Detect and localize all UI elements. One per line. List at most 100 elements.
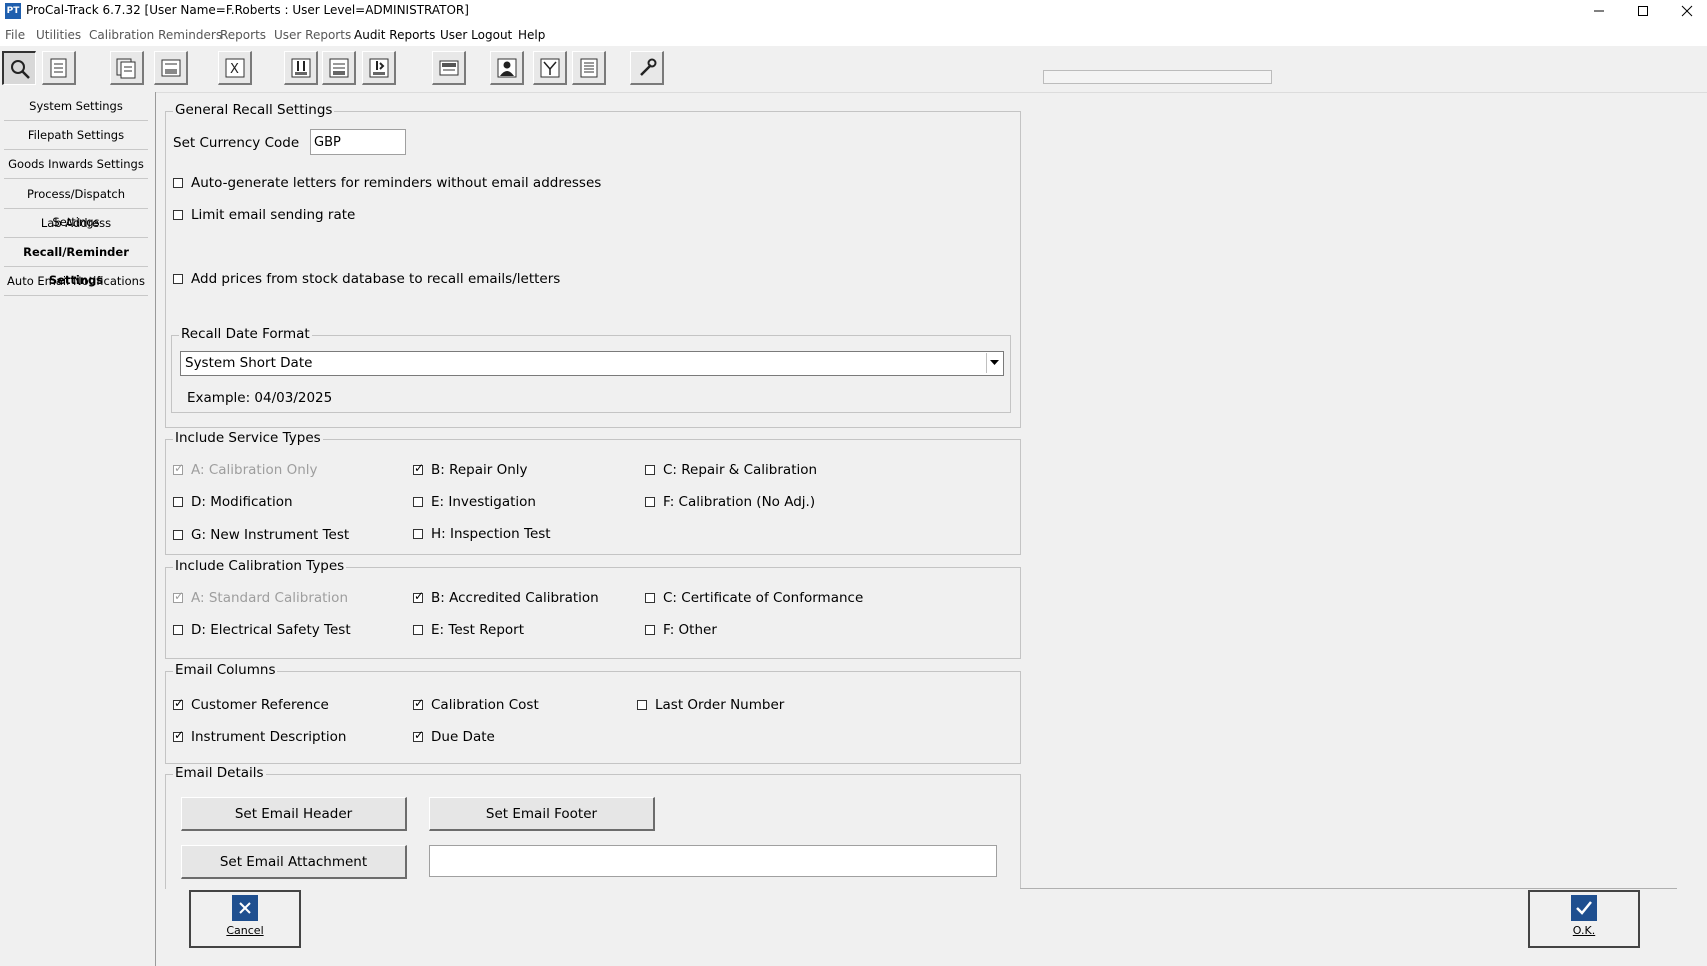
minimize-icon	[1594, 10, 1604, 12]
service-type-h-checkbox[interactable]: H: Inspection Test	[413, 526, 551, 542]
checkbox-box[interactable]	[173, 625, 183, 635]
checkbox-box[interactable]	[637, 700, 647, 710]
checkbox-box[interactable]	[173, 530, 183, 540]
include-service-types-group: Include Service Types A: Calibration Onl…	[165, 430, 1021, 555]
group-title: Email Details	[173, 765, 266, 781]
column-last-order-number-checkbox[interactable]: Last Order Number	[637, 697, 784, 713]
window-title: ProCal-Track 6.7.32 [User Name=F.Roberts…	[26, 3, 469, 17]
calibration-type-f-checkbox[interactable]: F: Other	[645, 622, 717, 638]
column-instrument-description-checkbox[interactable]: Instrument Description	[173, 728, 346, 745]
checkbox-box[interactable]	[413, 529, 423, 539]
column-customer-reference-checkbox[interactable]: Customer Reference	[173, 696, 329, 713]
calibration-type-b-checkbox[interactable]: B: Accredited Calibration	[413, 589, 599, 606]
service-type-f-checkbox[interactable]: F: Calibration (No Adj.)	[645, 494, 815, 510]
set-email-header-button[interactable]: Set Email Header	[181, 797, 407, 831]
checkbox-box[interactable]	[413, 625, 423, 635]
calibration-type-e-checkbox[interactable]: E: Test Report	[413, 622, 524, 638]
ok-button[interactable]: O.K.	[1528, 890, 1640, 948]
calibration-type-c-checkbox[interactable]: C: Certificate of Conformance	[645, 590, 863, 606]
sidebar-item-goods-inwards-settings[interactable]: Goods Inwards Settings	[4, 150, 148, 179]
checkbox-box[interactable]	[173, 461, 184, 475]
email-attachment-path-input[interactable]	[429, 845, 997, 877]
toolbar-multipage-button[interactable]	[110, 51, 144, 85]
sidebar-item-system-settings[interactable]: System Settings	[4, 92, 148, 121]
checkbox-box[interactable]	[645, 593, 655, 603]
service-type-e-checkbox[interactable]: E: Investigation	[413, 494, 536, 510]
service-type-f-label: F: Calibration (No Adj.)	[663, 494, 816, 510]
excel-icon: X	[225, 58, 244, 77]
goods-in-icon	[369, 58, 388, 77]
toolbar-report-list-button[interactable]	[572, 51, 606, 85]
minimize-button[interactable]	[1576, 0, 1622, 22]
toolbar-certificate-button[interactable]	[432, 51, 466, 85]
sidebar-item-lab-address[interactable]: Lab Address	[4, 209, 148, 238]
checkbox-box[interactable]	[173, 210, 183, 220]
add-prices-checkbox[interactable]: Add prices from stock database to recall…	[173, 271, 560, 287]
search-icon	[10, 59, 30, 79]
service-type-g-checkbox[interactable]: G: New Instrument Test	[173, 527, 349, 543]
toolbar-filter-button[interactable]	[533, 51, 567, 85]
title-bar: PT ProCal-Track 6.7.32 [User Name=F.Robe…	[0, 0, 1707, 24]
checkbox-box[interactable]	[173, 728, 184, 742]
checkbox-box[interactable]	[173, 497, 183, 507]
set-email-attachment-button[interactable]: Set Email Attachment	[181, 845, 407, 879]
site-icon	[161, 59, 180, 76]
checkbox-box[interactable]	[413, 461, 424, 475]
checkbox-box[interactable]	[413, 728, 424, 742]
menu-file[interactable]: File	[5, 28, 25, 42]
sidebar-item-recall-reminder-settings[interactable]: Recall/Reminder Settings	[4, 238, 148, 287]
menu-audit-reports[interactable]: Audit Reports	[354, 28, 435, 42]
toolbar-quick-search-field[interactable]	[1043, 70, 1272, 84]
service-type-b-checkbox[interactable]: B: Repair Only	[413, 461, 528, 478]
service-type-a-checkbox[interactable]: A: Calibration Only	[173, 461, 318, 478]
limit-email-rate-checkbox[interactable]: Limit email sending rate	[173, 207, 355, 223]
menu-utilities[interactable]: Utilities	[36, 28, 81, 42]
auto-generate-letters-checkbox[interactable]: Auto-generate letters for reminders with…	[173, 175, 601, 191]
calibration-type-a-checkbox[interactable]: A: Standard Calibration	[173, 589, 348, 606]
menu-help[interactable]: Help	[518, 28, 545, 42]
include-calibration-types-group: Include Calibration Types A: Standard Ca…	[165, 558, 1021, 659]
checkbox-box[interactable]	[173, 589, 184, 603]
toolbar-calibration-in-button[interactable]	[284, 51, 318, 85]
maximize-button[interactable]	[1620, 0, 1666, 22]
set-email-footer-button[interactable]: Set Email Footer	[429, 797, 655, 831]
divider	[1020, 888, 1677, 889]
menu-reports[interactable]: Reports	[220, 28, 266, 42]
menu-user-logout[interactable]: User Logout	[440, 28, 512, 42]
checkbox-box[interactable]	[413, 589, 424, 603]
cancel-button[interactable]: Cancel	[189, 890, 301, 948]
calibration-type-d-checkbox[interactable]: D: Electrical Safety Test	[173, 622, 351, 638]
menu-user-reports[interactable]: User Reports	[274, 28, 351, 42]
toolbar-calibration-out-button[interactable]	[322, 51, 356, 85]
sidebar-item-process-dispatch-settings[interactable]: Process/Dispatch Settings	[4, 180, 148, 229]
service-type-c-checkbox[interactable]: C: Repair & Calibration	[645, 462, 817, 478]
dropdown-arrow[interactable]	[986, 353, 1002, 373]
checkbox-box[interactable]	[645, 497, 655, 507]
recall-date-format-select[interactable]: System Short Date	[180, 351, 1004, 376]
close-button[interactable]	[1664, 0, 1707, 22]
sidebar-item-filepath-settings[interactable]: Filepath Settings	[4, 121, 148, 150]
toolbar-goods-in-button[interactable]	[362, 51, 396, 85]
checkbox-box[interactable]	[645, 625, 655, 635]
menu-calibration-reminders[interactable]: Calibration Reminders	[89, 28, 222, 42]
toolbar-site-button[interactable]	[154, 51, 188, 85]
toolbar-excel-button[interactable]: X	[218, 51, 252, 85]
checkbox-box[interactable]	[173, 274, 183, 284]
checkbox-box[interactable]	[413, 696, 424, 710]
toolbar-user-button[interactable]	[490, 51, 524, 85]
service-type-b-label: B: Repair Only	[431, 462, 528, 478]
column-due-date-checkbox[interactable]: Due Date	[413, 728, 495, 745]
toolbar-settings-button[interactable]	[630, 51, 664, 85]
sidebar-item-auto-email-notifications[interactable]: Auto Email Notifications	[4, 267, 148, 296]
checkbox-box[interactable]	[413, 497, 423, 507]
checkbox-box[interactable]	[645, 465, 655, 475]
currency-code-label: Set Currency Code	[173, 135, 300, 151]
toolbar-search-button[interactable]	[2, 51, 36, 85]
column-calibration-cost-checkbox[interactable]: Calibration Cost	[413, 696, 539, 713]
cancel-label: Cancel	[226, 924, 264, 937]
checkbox-box[interactable]	[173, 696, 184, 710]
currency-code-input[interactable]	[310, 129, 406, 155]
checkbox-box[interactable]	[173, 178, 183, 188]
toolbar-documents-button[interactable]	[42, 51, 76, 85]
service-type-d-checkbox[interactable]: D: Modification	[173, 494, 293, 510]
